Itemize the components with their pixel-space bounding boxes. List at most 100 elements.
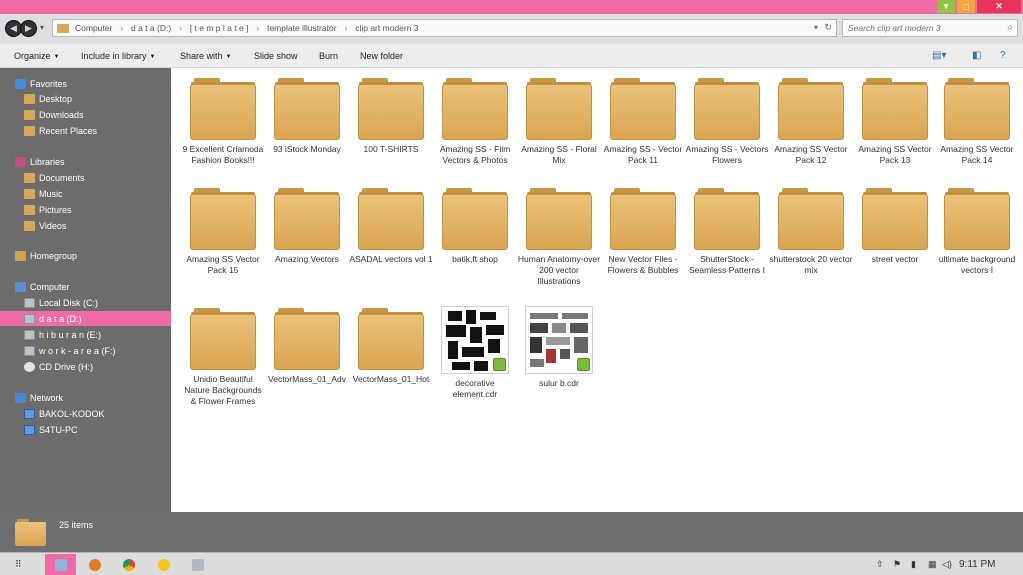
chrome-taskbar-button[interactable] xyxy=(113,554,144,575)
preview-pane-icon[interactable]: ◧ xyxy=(972,50,981,61)
sidebar-item-local-disk-c[interactable]: Local Disk (C:) xyxy=(0,295,171,310)
folder-item[interactable]: Amazing SS Vector Pack 13 xyxy=(853,78,937,166)
folder-item[interactable]: 93 iStock Monday xyxy=(265,78,349,155)
action-center-icon[interactable]: ⚑ xyxy=(893,559,901,570)
sidebar-item-work-area-f[interactable]: w o r k - a r e a (F:) xyxy=(0,343,171,358)
folder-item[interactable]: Amazing SS - Vector Pack 11 xyxy=(601,78,685,166)
sidebar-computer[interactable]: Computer xyxy=(0,279,171,294)
folder-item[interactable]: Amazing SS Vector Pack 15 xyxy=(181,188,265,276)
cdr-file-item[interactable]: sulur b.cdr xyxy=(517,306,601,389)
folder-item[interactable]: Human Anatomy-over 200 vector Illustrati… xyxy=(517,188,601,287)
folder-item[interactable]: Amazing SS Vector Pack 12 xyxy=(769,78,853,166)
forward-button[interactable]: ▶ xyxy=(20,20,37,37)
sidebar-item-label: Downloads xyxy=(39,109,84,120)
recent-pages-dropdown[interactable]: ▾ xyxy=(40,23,44,32)
start-button[interactable]: ⠿ xyxy=(15,559,22,570)
folder-item[interactable]: Amazing SS - Floral Mix xyxy=(517,78,601,166)
slide-show-button[interactable]: Slide show xyxy=(254,51,298,61)
sidebar-group-label: Favorites xyxy=(30,78,68,89)
folder-item[interactable]: shutterstock 20 vector mix xyxy=(769,188,853,276)
organize-button[interactable]: Organize ▼ xyxy=(14,51,59,61)
network-computer-icon xyxy=(24,424,35,435)
sidebar-item-videos[interactable]: Videos xyxy=(0,218,171,233)
sidebar-group-label: Computer xyxy=(30,281,70,292)
sidebar-item-data-d[interactable]: d a t a (D:) xyxy=(0,311,171,326)
firefox-taskbar-button[interactable] xyxy=(79,554,110,575)
item-label: Amazing SS - Vector Pack 11 xyxy=(603,144,683,165)
breadcrumb-computer[interactable]: Computer xyxy=(75,23,112,33)
address-bar[interactable]: Computer › d a t a (D:) › [ t e m p l a … xyxy=(52,19,837,37)
sidebar-item-desktop[interactable]: Desktop xyxy=(0,91,171,106)
folder-item[interactable]: 9 Excellent Criamoda Fashion Books!!! xyxy=(181,78,265,166)
music-folder-icon xyxy=(24,188,35,199)
sidebar-item-cd-drive-h[interactable]: CD Drive (H:) xyxy=(0,359,171,374)
sidebar-item-hiburan-e[interactable]: h i b u r a n (E:) xyxy=(0,327,171,342)
sidebar-item-pictures[interactable]: Pictures xyxy=(0,202,171,217)
folder-item[interactable]: VectorMass_01_Adv xyxy=(265,308,349,385)
breadcrumb-template[interactable]: [ t e m p l a t e ] xyxy=(190,23,249,33)
cdr-file-item[interactable]: decorative element.cdr xyxy=(433,306,517,400)
breadcrumb-data-drive[interactable]: d a t a (D:) xyxy=(131,23,171,33)
minimize-button[interactable]: ▾ xyxy=(937,0,955,13)
sidebar-favorites[interactable]: Favorites xyxy=(0,76,171,91)
coreldraw-badge-icon xyxy=(577,358,590,371)
folder-item[interactable]: ASADAL vectors vol 1 xyxy=(349,188,433,265)
folder-icon xyxy=(274,308,340,370)
emoticon-taskbar-button[interactable] xyxy=(148,554,179,575)
share-with-button[interactable]: Share with ▼ xyxy=(180,51,231,61)
close-button[interactable]: ✕ xyxy=(977,0,1021,13)
folder-item[interactable]: VectorMass_01_Hot xyxy=(349,308,433,385)
sidebar-item-documents[interactable]: Documents xyxy=(0,170,171,185)
maximize-button[interactable]: □ xyxy=(957,0,975,13)
burn-button[interactable]: Burn xyxy=(319,51,338,61)
folder-item[interactable]: street vector xyxy=(853,188,937,265)
folder-item[interactable]: batik,ft shop xyxy=(433,188,517,265)
explorer-taskbar-button[interactable] xyxy=(45,554,76,575)
hard-drive-icon xyxy=(24,313,35,324)
refresh-icon[interactable]: ↻ xyxy=(824,22,832,33)
folder-item[interactable]: ultimate background vectors I xyxy=(935,188,1019,276)
cd-drive-icon xyxy=(24,361,35,372)
show-hidden-icons-icon[interactable]: ⇧ xyxy=(876,559,884,570)
change-view-icon[interactable]: ▤▾ xyxy=(932,50,946,61)
breadcrumb-separator[interactable]: › xyxy=(345,24,348,33)
breadcrumb-current-folder[interactable]: clip art modern 3 xyxy=(355,23,418,33)
item-label: Amazing SS Vector Pack 15 xyxy=(186,254,260,275)
network-tray-icon[interactable]: ▦ xyxy=(928,559,937,570)
folder-item[interactable]: ShutterStock - Seamless Patterns I xyxy=(685,188,769,276)
clock[interactable]: 9:11 PM xyxy=(959,559,996,570)
folder-item[interactable]: Unidio Beautiful Nature Backgrounds & Fl… xyxy=(181,308,265,407)
include-in-library-button[interactable]: Include in library ▼ xyxy=(81,51,155,61)
sidebar-network[interactable]: Network xyxy=(0,390,171,405)
folder-item[interactable]: Amazing SS - Film Vectors & Photos xyxy=(433,78,517,166)
help-icon[interactable]: ? xyxy=(1000,50,1006,61)
sidebar-homegroup[interactable]: Homegroup xyxy=(0,248,171,263)
search-input[interactable] xyxy=(843,20,993,36)
folder-item[interactable]: New Vector Files - Flowers & Bubbles xyxy=(601,188,685,276)
sidebar-item-music[interactable]: Music xyxy=(0,186,171,201)
cdr-thumbnail xyxy=(525,306,593,374)
power-icon[interactable]: ▮ xyxy=(911,559,916,570)
breadcrumb-separator[interactable]: › xyxy=(179,24,182,33)
folder-icon xyxy=(190,78,256,140)
sidebar-item-bakol-kodok[interactable]: BAKOL-KODOK xyxy=(0,406,171,421)
tool-taskbar-button[interactable] xyxy=(182,554,213,575)
breadcrumb-template-illustrator[interactable]: template illustrator xyxy=(267,23,336,33)
sidebar-item-recent-places[interactable]: Recent Places xyxy=(0,123,171,138)
new-folder-button[interactable]: New folder xyxy=(360,51,403,61)
search-icon[interactable]: ⌕ xyxy=(1007,22,1013,33)
volume-icon[interactable]: ◁) xyxy=(942,559,952,570)
folder-item[interactable]: Amazing Vectors xyxy=(265,188,349,265)
sidebar-item-s4tu-pc[interactable]: S4TU-PC xyxy=(0,422,171,437)
documents-folder-icon xyxy=(24,172,35,183)
folder-item[interactable]: Amazing SS - Vectors Flowers xyxy=(685,78,769,166)
hard-drive-icon xyxy=(24,329,35,340)
sidebar-item-downloads[interactable]: Downloads xyxy=(0,107,171,122)
address-history-dropdown[interactable]: ▾ xyxy=(814,23,818,32)
folder-item[interactable]: 100 T-SHIRTS xyxy=(349,78,433,155)
breadcrumb-separator[interactable]: › xyxy=(256,24,259,33)
folder-item[interactable]: Amazing SS Vector Pack 14 xyxy=(935,78,1019,166)
search-box[interactable]: ⌕ xyxy=(842,19,1018,37)
breadcrumb-separator[interactable]: › xyxy=(120,24,123,33)
sidebar-libraries[interactable]: Libraries xyxy=(0,154,171,169)
